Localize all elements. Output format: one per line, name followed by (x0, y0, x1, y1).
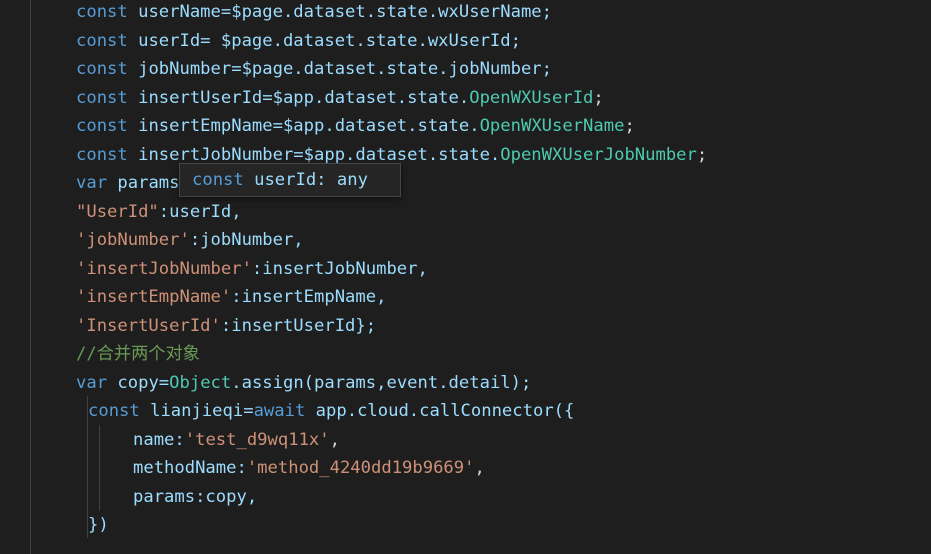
code-text: userName=$page.dataset.state.wxUserName; (138, 2, 553, 22)
code-line-12[interactable]: 'InsertUserId':insertUserId}; (76, 312, 376, 340)
code-line-16[interactable]: name:'test_d9wq11x', (133, 426, 340, 454)
string-key: 'InsertUserId' (76, 316, 221, 336)
keyword: const (76, 145, 139, 165)
code-text: jobNumber=$page.dataset.state.jobNumber; (138, 59, 553, 79)
property-name: OpenWXUserId (469, 88, 594, 108)
code-line-8[interactable]: "UserId":userId, (76, 198, 242, 226)
indent-guide (99, 425, 100, 511)
code-line-17[interactable]: methodName:'method_4240dd19b9669', (133, 454, 485, 482)
code-text: insertJobNumber=$app.dataset.state. (138, 145, 501, 165)
hover-tooltip: const userId: any (179, 163, 401, 197)
string-key: 'jobNumber' (76, 230, 190, 250)
property-name: OpenWXUserJobNumber (500, 145, 697, 165)
code-line-1[interactable]: const userName=$page.dataset.state.wxUse… (76, 0, 552, 26)
code-line-13[interactable]: //合并两个对象 (76, 340, 200, 368)
tooltip-text: userId: any (254, 170, 368, 190)
code-text: params (117, 173, 180, 193)
code-line-11[interactable]: 'insertEmpName':insertEmpName, (76, 283, 386, 311)
code-line-15[interactable]: const lianjieqi=await app.cloud.callConn… (88, 397, 574, 425)
keyword: const (76, 31, 139, 51)
keyword: var (76, 373, 118, 393)
keyword: const (88, 401, 151, 421)
code-line-7[interactable]: var params (76, 169, 180, 197)
code-line-3[interactable]: const jobNumber=$page.dataset.state.jobN… (76, 55, 552, 83)
code-line-2[interactable]: const userId= $page.dataset.state.wxUser… (76, 27, 521, 55)
string-key: "UserId" (76, 202, 159, 222)
keyword: var (76, 173, 118, 193)
code-text: :jobNumber, (189, 230, 304, 250)
string-key: 'insertJobNumber' (76, 259, 252, 279)
punctuation: ; (624, 116, 635, 136)
code-text: }) (88, 515, 109, 535)
tooltip-keyword: const (192, 170, 255, 190)
punctuation: , (474, 458, 485, 478)
code-line-18[interactable]: params:copy, (133, 483, 257, 511)
code-line-19[interactable]: }) (88, 511, 109, 539)
code-line-9[interactable]: 'jobNumber':jobNumber, (76, 226, 304, 254)
code-line-14[interactable]: var copy=Object.assign(params,event.deta… (76, 369, 531, 397)
property-name: OpenWXUserName (479, 116, 625, 136)
code-text: :insertUserId}; (220, 316, 377, 336)
code-text: userId= $page.dataset.state.wxUserId; (138, 31, 521, 51)
code-text: insertUserId=$app.dataset.state. (138, 88, 470, 108)
string-literal: 'test_d9wq11x' (184, 430, 330, 450)
punctuation: ; (696, 145, 708, 165)
code-text: :insertEmpName, (231, 287, 387, 307)
code-line-5[interactable]: const insertEmpName=$app.dataset.state.O… (76, 112, 635, 140)
code-text: name: (133, 430, 185, 450)
code-text: lianjieqi= (150, 401, 254, 421)
string-key: 'insertEmpName' (76, 287, 232, 307)
keyword: const (76, 2, 139, 22)
code-text: :userId, (158, 202, 242, 222)
code-text: .assign(params,event.detail); (231, 373, 532, 393)
keyword: await (253, 401, 316, 421)
keyword: const (76, 116, 139, 136)
punctuation: , (329, 430, 340, 450)
code-text: :insertJobNumber, (251, 259, 428, 279)
code-line-4[interactable]: const insertUserId=$app.dataset.state.Op… (76, 84, 604, 112)
indent-guide (30, 0, 31, 554)
keyword: const (76, 59, 139, 79)
code-text: copy= (117, 373, 170, 393)
code-text: insertEmpName=$app.dataset.state. (138, 116, 480, 136)
string-literal: 'method_4240dd19b9669' (246, 458, 475, 478)
code-text: params:copy, (133, 487, 258, 507)
code-text: methodName: (133, 458, 247, 478)
code-comment: //合并两个对象 (76, 344, 200, 364)
class-name: Object (169, 373, 232, 393)
code-editor[interactable]: const userName=$page.dataset.state.wxUse… (0, 0, 931, 554)
code-text: app.cloud.callConnector({ (315, 401, 575, 421)
keyword: const (76, 88, 139, 108)
punctuation: ; (593, 88, 604, 108)
code-line-10[interactable]: 'insertJobNumber':insertJobNumber, (76, 255, 428, 283)
